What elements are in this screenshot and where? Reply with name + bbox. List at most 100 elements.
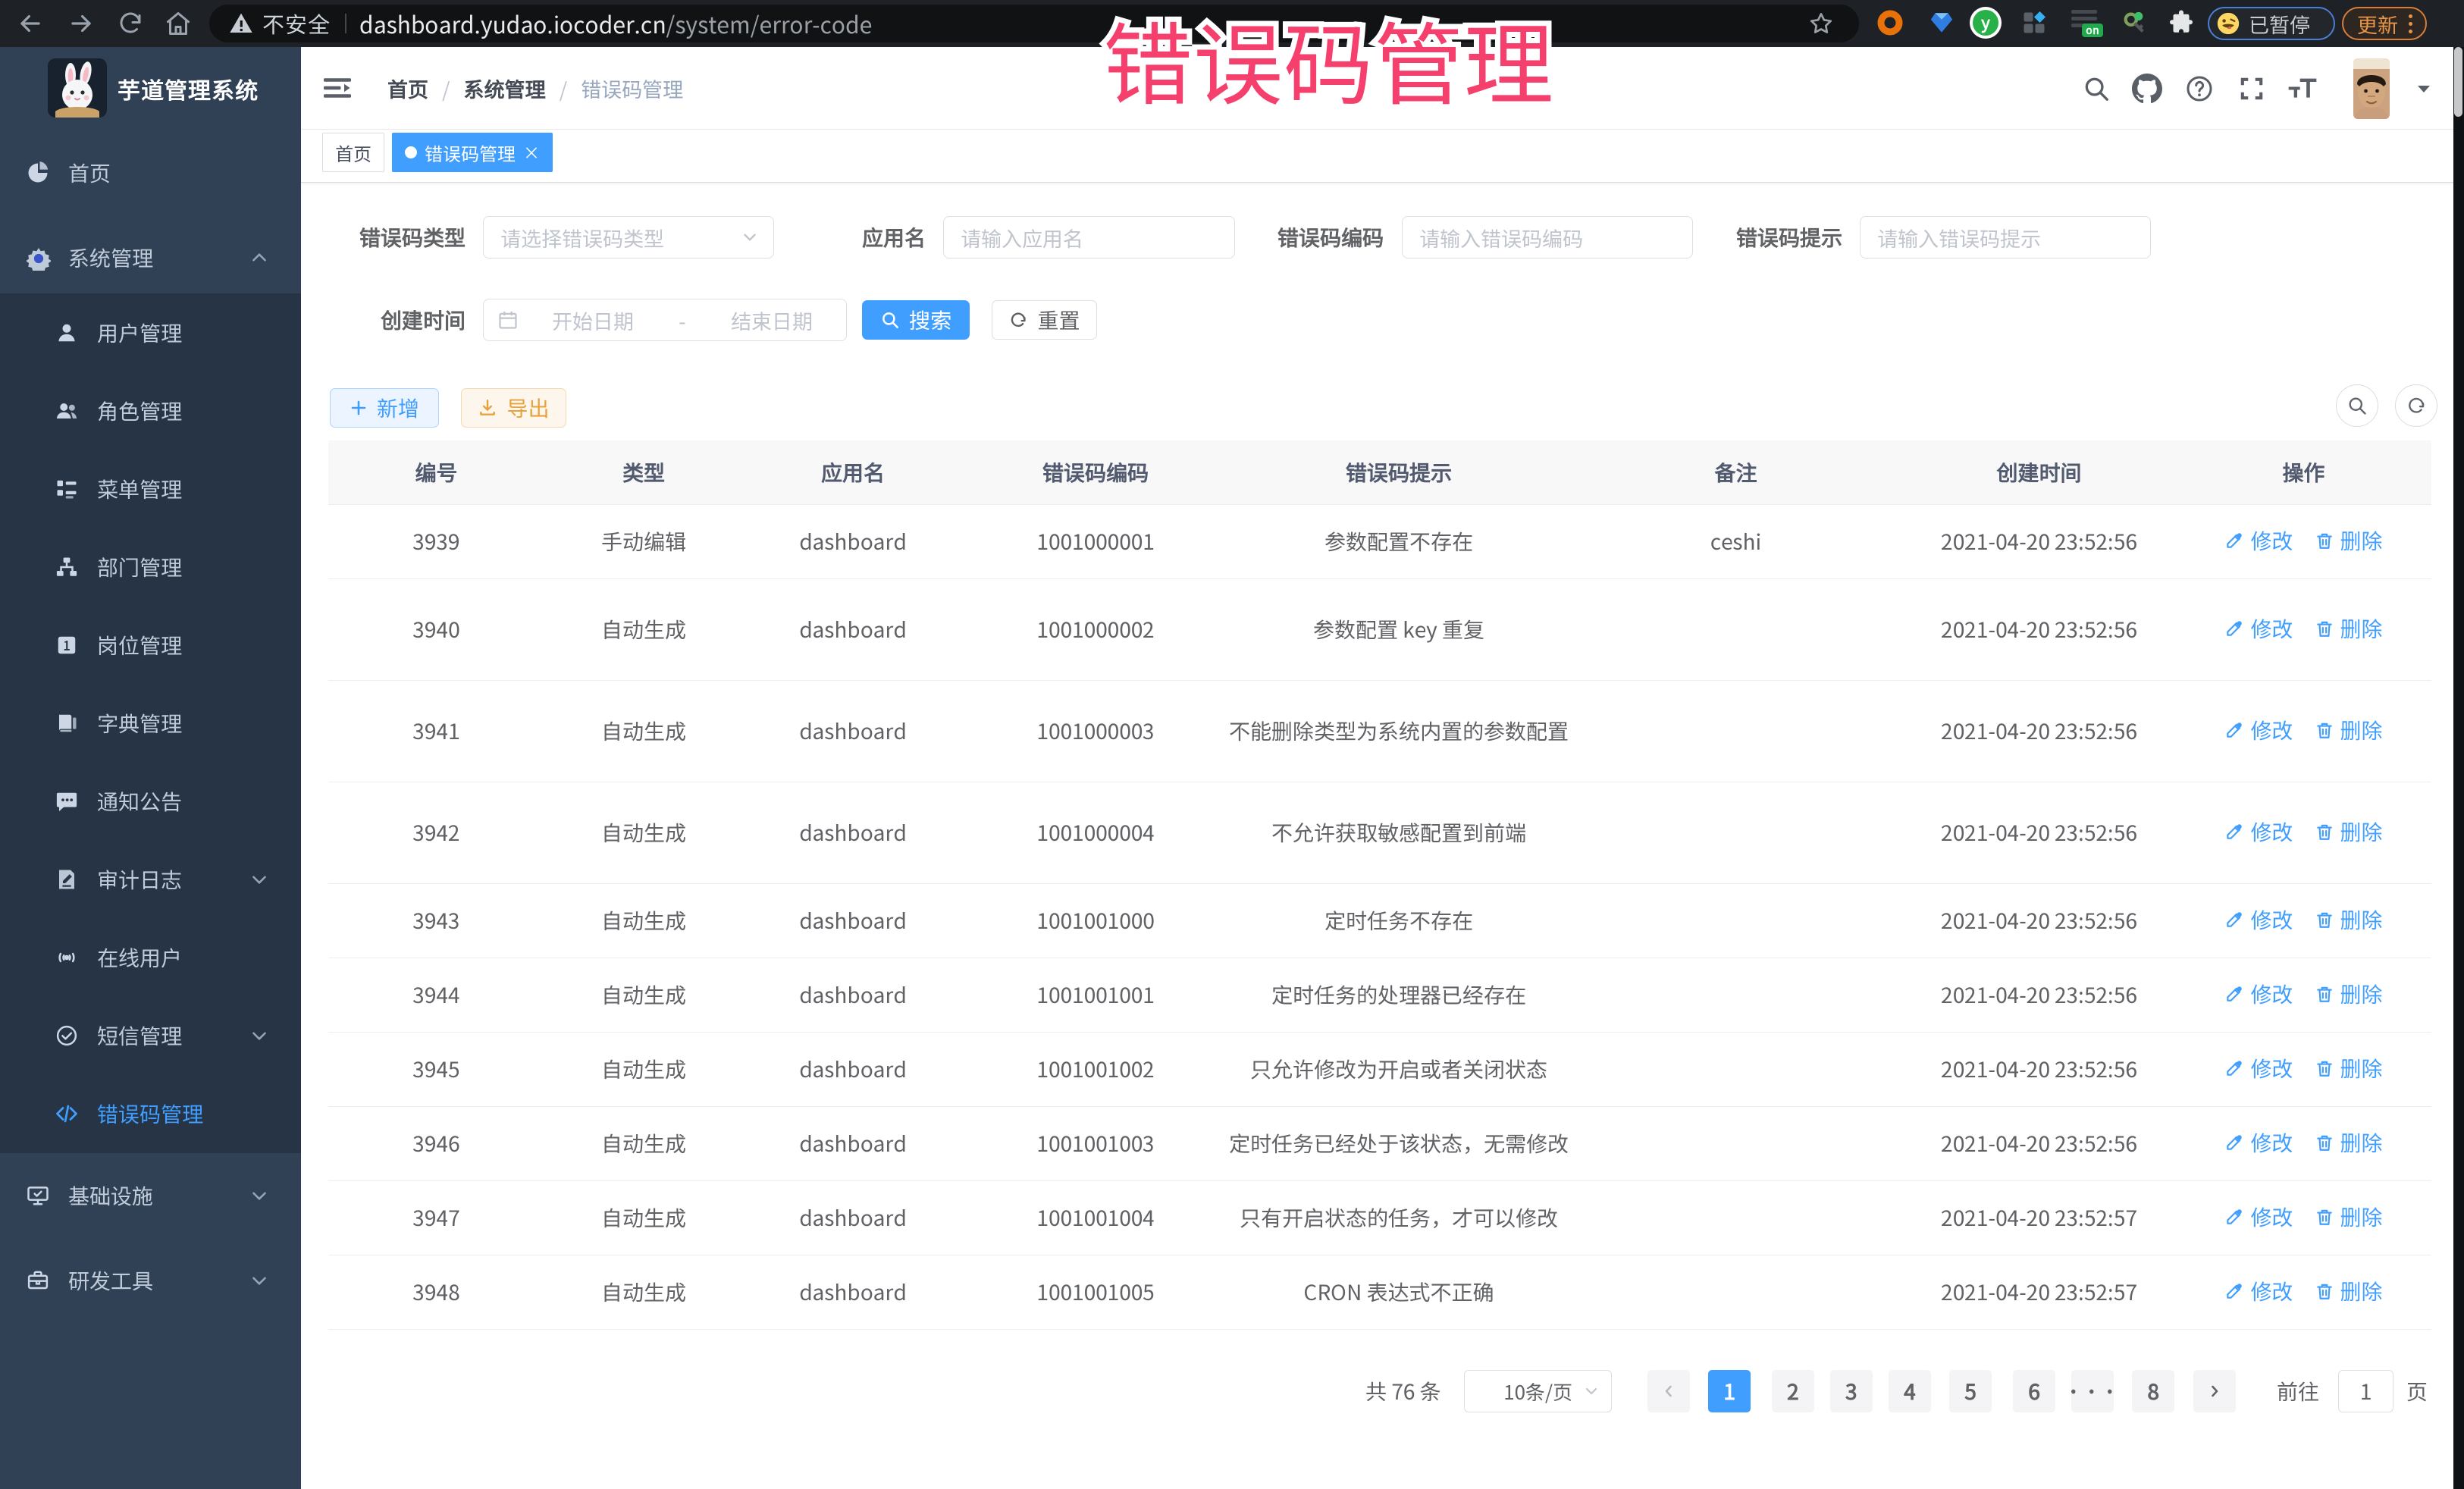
delete-link[interactable]: 删除 bbox=[2315, 1054, 2383, 1083]
browser-back-icon[interactable] bbox=[16, 9, 45, 38]
extension-paused-badge[interactable]: 已暂停 bbox=[2208, 7, 2335, 40]
github-icon[interactable] bbox=[2132, 74, 2162, 104]
reset-button[interactable]: 重置 bbox=[992, 300, 1097, 340]
sidebar-item-announcements[interactable]: 通知公告 bbox=[0, 762, 301, 840]
page-button-6[interactable]: 6 bbox=[2013, 1370, 2055, 1412]
extension-squares-icon[interactable] bbox=[2020, 9, 2048, 36]
cell-app: dashboard bbox=[743, 504, 963, 578]
prev-page-button[interactable] bbox=[1647, 1370, 1690, 1412]
close-tag-icon[interactable]: × bbox=[523, 144, 540, 161]
edit-link[interactable]: 修改 bbox=[2224, 1202, 2293, 1231]
refresh-table-button[interactable] bbox=[2395, 384, 2437, 427]
delete-link[interactable]: 删除 bbox=[2315, 716, 2383, 744]
sidebar-item-users[interactable]: 用户管理 bbox=[0, 293, 301, 371]
extension-blue-gem-icon[interactable] bbox=[1929, 10, 1955, 36]
add-button[interactable]: 新增 bbox=[330, 388, 439, 428]
extension-orange-ring-icon[interactable] bbox=[1876, 9, 1904, 36]
cell-id: 3943 bbox=[328, 883, 544, 958]
edit-link[interactable]: 修改 bbox=[2224, 614, 2293, 643]
delete-link[interactable]: 删除 bbox=[2315, 817, 2383, 846]
breadcrumb-system[interactable]: 系统管理 bbox=[464, 74, 546, 103]
edit-link[interactable]: 修改 bbox=[2224, 1277, 2293, 1306]
scrollbar-thumb[interactable] bbox=[2454, 47, 2462, 117]
delete-link[interactable]: 删除 bbox=[2315, 614, 2383, 643]
delete-link[interactable]: 删除 bbox=[2315, 1202, 2383, 1231]
page-size-select[interactable]: 10条/页 bbox=[1464, 1370, 1612, 1412]
sidebar-item-roles[interactable]: 角色管理 bbox=[0, 371, 301, 450]
sidebar-item-home[interactable]: 首页 bbox=[0, 130, 301, 215]
error-code-input[interactable]: 请输入错误码编码 bbox=[1402, 216, 1693, 259]
sidebar-item-dictionary[interactable]: 字典管理 bbox=[0, 684, 301, 762]
export-button[interactable]: 导出 bbox=[461, 388, 566, 428]
app-name-input[interactable]: 请输入应用名 bbox=[943, 216, 1235, 259]
sidebar-item-posts[interactable]: 1 岗位管理 bbox=[0, 606, 301, 684]
cell-msg: 定时任务已经处于该状态，无需修改 bbox=[1228, 1106, 1569, 1180]
extension-key-icon[interactable] bbox=[2121, 10, 2147, 36]
user-avatar[interactable] bbox=[2353, 58, 2390, 119]
edit-link[interactable]: 修改 bbox=[2224, 1054, 2293, 1083]
not-secure-warning-icon bbox=[229, 11, 253, 36]
browser-menu-kebab-icon[interactable] bbox=[2409, 14, 2413, 33]
fullscreen-icon[interactable] bbox=[2237, 74, 2266, 103]
delete-link[interactable]: 删除 bbox=[2315, 980, 2383, 1008]
header-search-icon[interactable] bbox=[2082, 74, 2111, 103]
edit-link[interactable]: 修改 bbox=[2224, 817, 2293, 846]
help-question-icon[interactable] bbox=[2185, 74, 2214, 103]
show-search-toggle-button[interactable] bbox=[2336, 384, 2378, 427]
browser-update-button[interactable]: 更新 bbox=[2342, 7, 2427, 40]
tag-home[interactable]: 首页 bbox=[322, 133, 384, 172]
breadcrumb-home[interactable]: 首页 bbox=[387, 74, 428, 103]
edit-link[interactable]: 修改 bbox=[2224, 716, 2293, 744]
browser-forward-icon[interactable] bbox=[67, 9, 96, 38]
error-type-select[interactable]: 请选择错误码类型 bbox=[483, 216, 774, 259]
edit-link[interactable]: 修改 bbox=[2224, 980, 2293, 1008]
sidebar-toggle-icon[interactable] bbox=[322, 74, 353, 102]
sidebar-item-sms[interactable]: 短信管理 bbox=[0, 996, 301, 1074]
error-hint-input[interactable]: 请输入错误码提示 bbox=[1860, 216, 2151, 259]
extension-list-on-icon[interactable]: on bbox=[2068, 5, 2106, 40]
sidebar-item-system[interactable]: 系统管理 bbox=[0, 215, 301, 300]
search-button[interactable]: 搜索 bbox=[862, 300, 970, 340]
delete-link[interactable]: 删除 bbox=[2315, 905, 2383, 934]
page-button-5[interactable]: 5 bbox=[1949, 1370, 1992, 1412]
sidebar-item-error-code[interactable]: 错误码管理 bbox=[0, 1074, 301, 1152]
bookmark-star-icon[interactable] bbox=[1807, 10, 1835, 37]
tag-error-code[interactable]: 错误码管理 × bbox=[392, 133, 553, 172]
browser-home-icon[interactable] bbox=[165, 10, 192, 37]
extension-green-y-icon[interactable]: y bbox=[1969, 6, 2002, 39]
edit-link[interactable]: 修改 bbox=[2224, 905, 2293, 934]
next-page-button[interactable] bbox=[2193, 1370, 2236, 1412]
font-size-icon[interactable] bbox=[2286, 74, 2319, 104]
error-code-table: 编号 类型 应用名 错误码编码 错误码提示 备注 创建时间 操作 3939 手动… bbox=[328, 440, 2431, 1330]
browser-reload-icon[interactable] bbox=[117, 10, 144, 37]
page-button-4[interactable]: 4 bbox=[1889, 1370, 1931, 1412]
page-button-1[interactable]: 1 bbox=[1708, 1370, 1751, 1412]
goto-page-input[interactable]: 1 bbox=[2338, 1370, 2393, 1412]
browser-address-bar[interactable]: 不安全 dashboard.yudao.iocoder.cn/system/er… bbox=[209, 5, 1859, 42]
sidebar-item-departments[interactable]: 部门管理 bbox=[0, 528, 301, 606]
page-button-3[interactable]: 3 bbox=[1830, 1370, 1873, 1412]
sidebar-item-audit-log[interactable]: 审计日志 bbox=[0, 840, 301, 918]
edit-link[interactable]: 修改 bbox=[2224, 1128, 2293, 1157]
more-pages-button[interactable]: ••• bbox=[2071, 1370, 2114, 1412]
page-button-2[interactable]: 2 bbox=[1772, 1370, 1814, 1412]
sidebar-item-dev-tools[interactable]: 研发工具 bbox=[0, 1238, 301, 1323]
extensions-puzzle-icon[interactable] bbox=[2168, 9, 2195, 36]
sidebar-logo[interactable]: 芋道管理系统 bbox=[0, 47, 301, 130]
table-row: 3943 自动生成 dashboard 1001001000 定时任务不存在 2… bbox=[328, 883, 2431, 958]
sidebar-item-menus[interactable]: 菜单管理 bbox=[0, 450, 301, 528]
sidebar-item-online-users[interactable]: 在线用户 bbox=[0, 918, 301, 996]
date-range-picker[interactable]: 开始日期 - 结束日期 bbox=[483, 299, 847, 341]
edit-link[interactable]: 修改 bbox=[2224, 526, 2293, 555]
end-date-placeholder[interactable]: 结束日期 bbox=[698, 306, 846, 335]
table-header: 编号 类型 应用名 错误码编码 错误码提示 备注 创建时间 操作 bbox=[328, 440, 2431, 504]
page-button-8[interactable]: 8 bbox=[2132, 1370, 2174, 1412]
caret-down-icon[interactable] bbox=[2415, 82, 2432, 96]
delete-link[interactable]: 删除 bbox=[2315, 526, 2383, 555]
start-date-placeholder[interactable]: 开始日期 bbox=[519, 306, 667, 335]
sidebar-item-infrastructure[interactable]: 基础设施 bbox=[0, 1153, 301, 1238]
cell-id: 3946 bbox=[328, 1106, 544, 1180]
delete-link[interactable]: 删除 bbox=[2315, 1277, 2383, 1306]
svg-text:on: on bbox=[2086, 23, 2099, 38]
delete-link[interactable]: 删除 bbox=[2315, 1128, 2383, 1157]
